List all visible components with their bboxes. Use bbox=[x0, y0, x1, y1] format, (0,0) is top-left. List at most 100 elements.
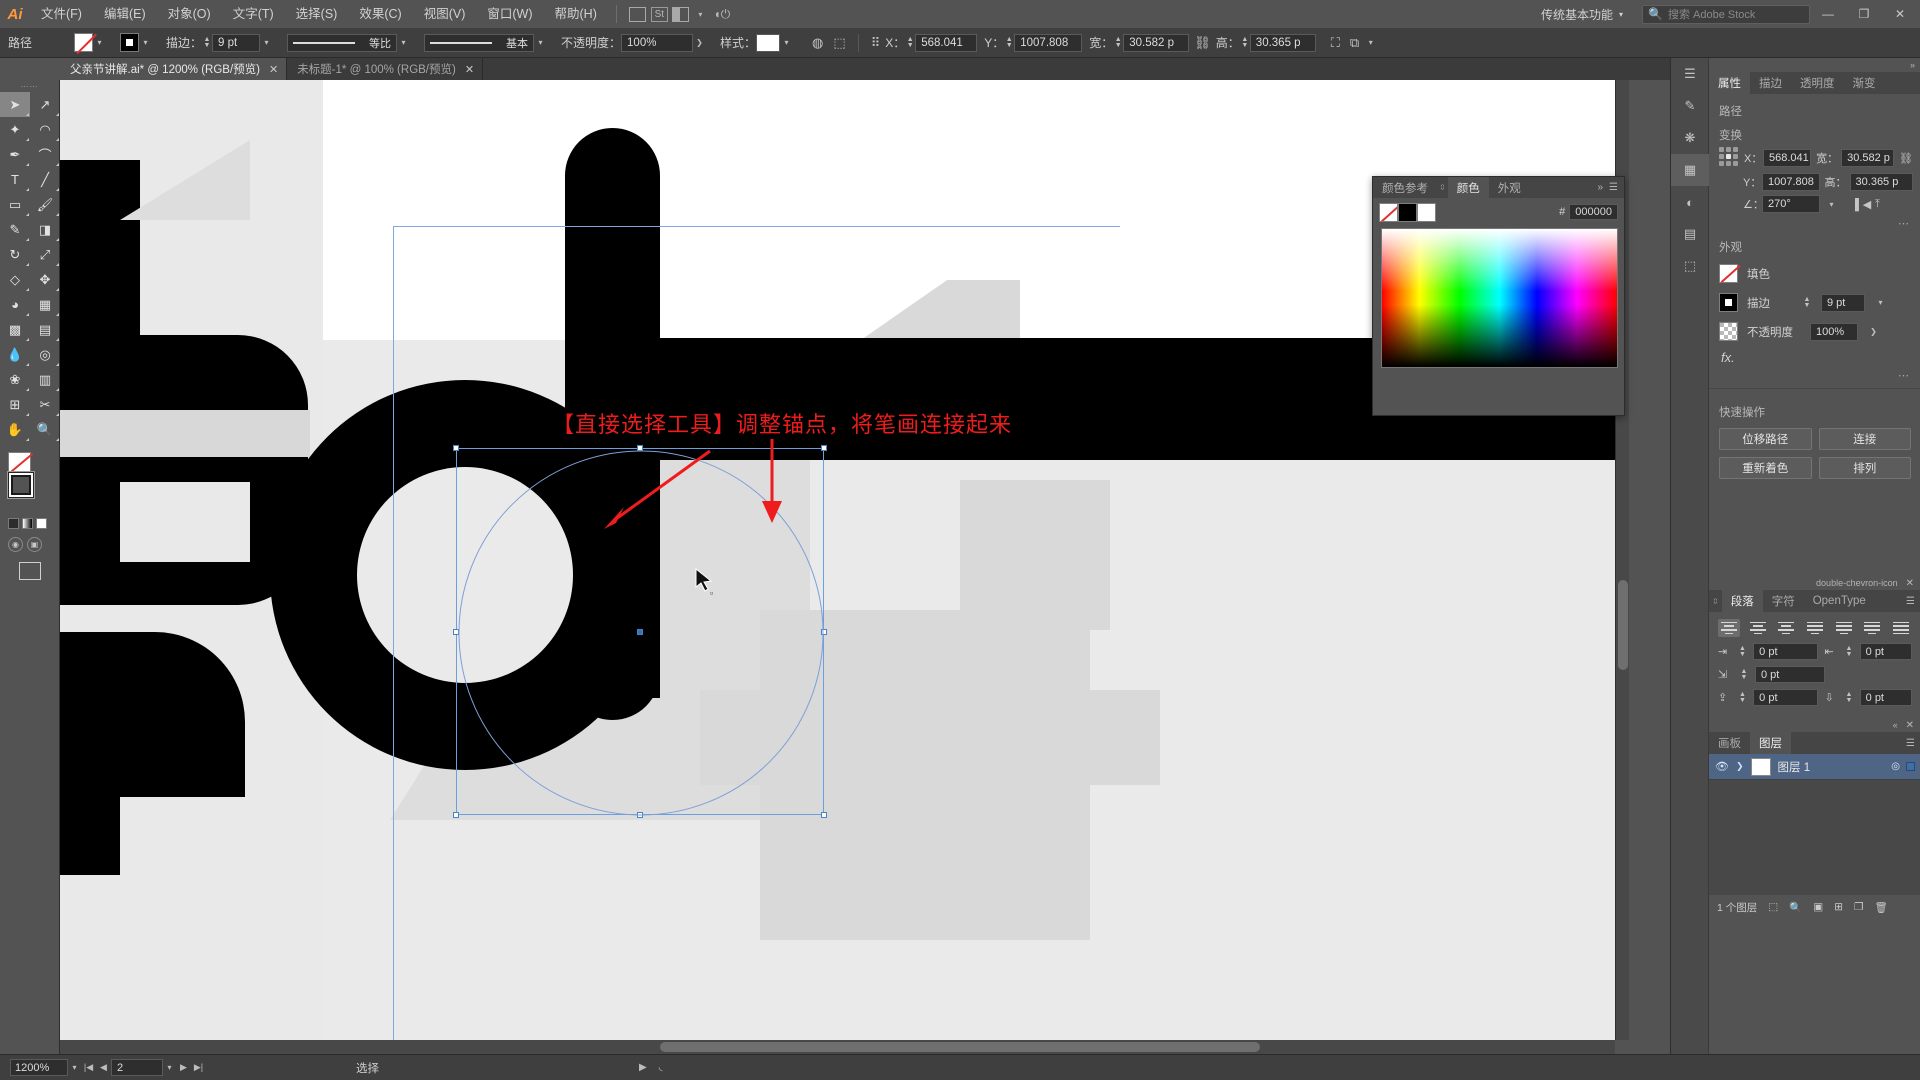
align-center-button[interactable] bbox=[1747, 619, 1769, 637]
space-after-stepper[interactable]: ▲ ▼ bbox=[1844, 691, 1853, 704]
chevron-down-icon[interactable]: ▾ bbox=[694, 4, 707, 24]
pathfinder-icon[interactable]: ◐ bbox=[1671, 186, 1709, 218]
panel-menu-icon[interactable]: ☰ bbox=[1609, 182, 1618, 193]
chevron-down-icon[interactable]: ▾ bbox=[139, 38, 152, 47]
chevron-down-icon[interactable]: ▾ bbox=[68, 1063, 81, 1072]
stroke-weight-value[interactable]: 9 pt bbox=[212, 33, 261, 52]
first-artboard-button[interactable]: |◀ bbox=[81, 1062, 96, 1073]
none-swatch-icon[interactable] bbox=[36, 518, 47, 529]
chevron-down-icon[interactable]: ▾ bbox=[93, 38, 106, 47]
stroke-swatch[interactable] bbox=[1719, 293, 1738, 312]
gradient-tool[interactable]: ▤ bbox=[30, 317, 60, 342]
symbols-icon[interactable]: ❋ bbox=[1671, 122, 1709, 154]
curvature-tool[interactable]: ⌒ bbox=[30, 142, 60, 167]
double-chevron-icon[interactable]: » bbox=[1597, 182, 1603, 193]
dock-collapse-icon[interactable]: » bbox=[1709, 58, 1920, 72]
offset-path-button[interactable]: 位移路径 bbox=[1719, 428, 1812, 450]
slice-tool[interactable]: ✂ bbox=[30, 392, 60, 417]
stock-search-input[interactable]: 🔍 搜索 Adobe Stock bbox=[1642, 4, 1810, 24]
transform-each-icon[interactable]: ⧉ bbox=[1345, 35, 1364, 51]
scroll-thumb[interactable] bbox=[1618, 580, 1628, 670]
align-icon[interactable]: ⛶ bbox=[1326, 35, 1345, 51]
indent-left-value[interactable]: 0 pt bbox=[1753, 643, 1819, 660]
width-tool[interactable]: ◇ bbox=[0, 267, 30, 292]
justify-all-button[interactable] bbox=[1890, 619, 1912, 637]
direct-selection-tool[interactable]: ↗ bbox=[30, 92, 60, 117]
menu-type[interactable]: 文字(T) bbox=[222, 0, 285, 28]
locate-object-icon[interactable]: ⬚ bbox=[1768, 901, 1778, 913]
chevron-down-icon[interactable]: ▾ bbox=[260, 38, 273, 47]
duplicate-layer-icon[interactable]: ❐ bbox=[1854, 901, 1863, 913]
rectangle-tool[interactable]: ▭ bbox=[0, 192, 30, 217]
double-chevron-icon[interactable]: « bbox=[1893, 720, 1898, 730]
prev-artboard-button[interactable]: ◀ bbox=[96, 1062, 111, 1073]
chevron-down-icon[interactable]: ▾ bbox=[397, 38, 410, 47]
link-broken-icon[interactable]: ⛓ bbox=[1189, 35, 1216, 51]
indent-left-stepper[interactable]: ▲ ▼ bbox=[1738, 645, 1747, 658]
width-value[interactable]: 30.582 p bbox=[1123, 33, 1190, 52]
close-button[interactable]: ✕ bbox=[1882, 0, 1918, 28]
mesh-tool[interactable]: ▩ bbox=[0, 317, 30, 342]
scale-tool[interactable]: ⤢ bbox=[30, 242, 60, 267]
fill-color-swatch[interactable] bbox=[74, 33, 93, 52]
menu-help[interactable]: 帮助(H) bbox=[544, 0, 608, 28]
selection-tool[interactable]: ➤ bbox=[0, 92, 30, 117]
blend-tool[interactable]: ◎ bbox=[30, 342, 60, 367]
x-value[interactable]: 568.041 bbox=[915, 33, 978, 52]
symbol-sprayer-tool[interactable]: ❀ bbox=[0, 367, 30, 392]
draw-normal-icon[interactable]: ◉ bbox=[8, 537, 23, 552]
menu-edit[interactable]: 编辑(E) bbox=[93, 0, 157, 28]
shape-builder-tool[interactable]: ◕ bbox=[0, 292, 30, 317]
flip-horizontal-icon[interactable]: ▌◀ bbox=[1855, 198, 1871, 211]
double-chevron-icon[interactable]: double-chevron-icon bbox=[1816, 578, 1898, 588]
paintbrush-tool[interactable]: 🖌 bbox=[30, 192, 60, 217]
magic-wand-tool[interactable]: ✦ bbox=[0, 117, 30, 142]
hex-field[interactable]: # 000000 bbox=[1559, 204, 1618, 220]
color-panel[interactable]: 颜色参考 ⇳ 颜色 外观 » ☰ # 000000 bbox=[1372, 176, 1625, 416]
hand-tool[interactable]: ✋ bbox=[0, 417, 30, 442]
indent-right-value[interactable]: 0 pt bbox=[1859, 643, 1913, 660]
minimize-button[interactable]: — bbox=[1810, 0, 1846, 28]
make-mask-icon[interactable]: 🔍 bbox=[1789, 901, 1802, 914]
chevron-down-icon[interactable]: ▾ bbox=[1874, 298, 1887, 307]
tab-layers[interactable]: 图层 bbox=[1750, 732, 1791, 754]
width-value[interactable]: 30.582 p bbox=[1841, 149, 1895, 167]
align-right-button[interactable] bbox=[1775, 619, 1797, 637]
black-swatch[interactable] bbox=[1398, 202, 1417, 222]
panel-menu-icon[interactable]: ☰ bbox=[1906, 738, 1920, 749]
swatches-icon[interactable]: ▦ bbox=[1671, 154, 1709, 186]
device-preview-icon[interactable]: ◖⏻ bbox=[707, 4, 737, 24]
canvas-horizontal-scrollbar[interactable] bbox=[60, 1040, 1615, 1054]
workspace-switcher[interactable]: 传统基本功能 ▾ bbox=[1536, 6, 1628, 23]
document-tab-1[interactable]: 父亲节讲解.ai* @ 1200% (RGB/预览) ✕ bbox=[60, 58, 288, 80]
join-button[interactable]: 连接 bbox=[1818, 428, 1911, 450]
color-spectrum[interactable] bbox=[1381, 228, 1618, 368]
tab-color[interactable]: 颜色 bbox=[1447, 177, 1489, 198]
close-icon[interactable]: ✕ bbox=[465, 63, 474, 76]
height-stepper[interactable]: ▲ ▼ bbox=[1240, 36, 1250, 49]
libraries-icon[interactable]: ☰ bbox=[1671, 58, 1709, 90]
space-before-value[interactable]: 0 pt bbox=[1753, 689, 1819, 706]
tab-artboards[interactable]: 画板 bbox=[1709, 732, 1750, 754]
gradient-swatch-icon[interactable] bbox=[22, 518, 33, 529]
transform-panel-icon[interactable]: ⬚ bbox=[1671, 250, 1709, 282]
x-stepper[interactable]: ▲ ▼ bbox=[905, 36, 915, 49]
menu-object[interactable]: 对象(O) bbox=[157, 0, 222, 28]
lasso-tool[interactable]: ◠ bbox=[30, 117, 60, 142]
first-line-stepper[interactable]: ▲ ▼ bbox=[1739, 668, 1749, 681]
tab-gradient[interactable]: 渐变 bbox=[1844, 72, 1885, 94]
hex-value[interactable]: 000000 bbox=[1569, 204, 1618, 220]
opacity-value[interactable]: 100% bbox=[1810, 322, 1858, 341]
chevron-down-icon[interactable]: ▾ bbox=[1825, 200, 1838, 209]
eyedropper-tool[interactable]: 💧 bbox=[0, 342, 30, 367]
chevron-down-icon[interactable]: ▾ bbox=[780, 38, 793, 47]
chevron-down-icon[interactable]: ▾ bbox=[534, 38, 547, 47]
selection-square-icon[interactable] bbox=[1906, 762, 1915, 771]
y-value[interactable]: 1007.808 bbox=[1014, 33, 1083, 52]
tab-character[interactable]: 字符 bbox=[1763, 590, 1804, 612]
layer-row[interactable]: 👁 ❯ 图层 1 ◎ bbox=[1709, 754, 1920, 780]
align-panel-icon[interactable]: ▤ bbox=[1671, 218, 1709, 250]
variable-width-profile[interactable]: 等比 bbox=[287, 33, 398, 52]
height-value[interactable]: 30.365 p bbox=[1249, 33, 1316, 52]
scroll-thumb[interactable] bbox=[660, 1042, 1260, 1052]
